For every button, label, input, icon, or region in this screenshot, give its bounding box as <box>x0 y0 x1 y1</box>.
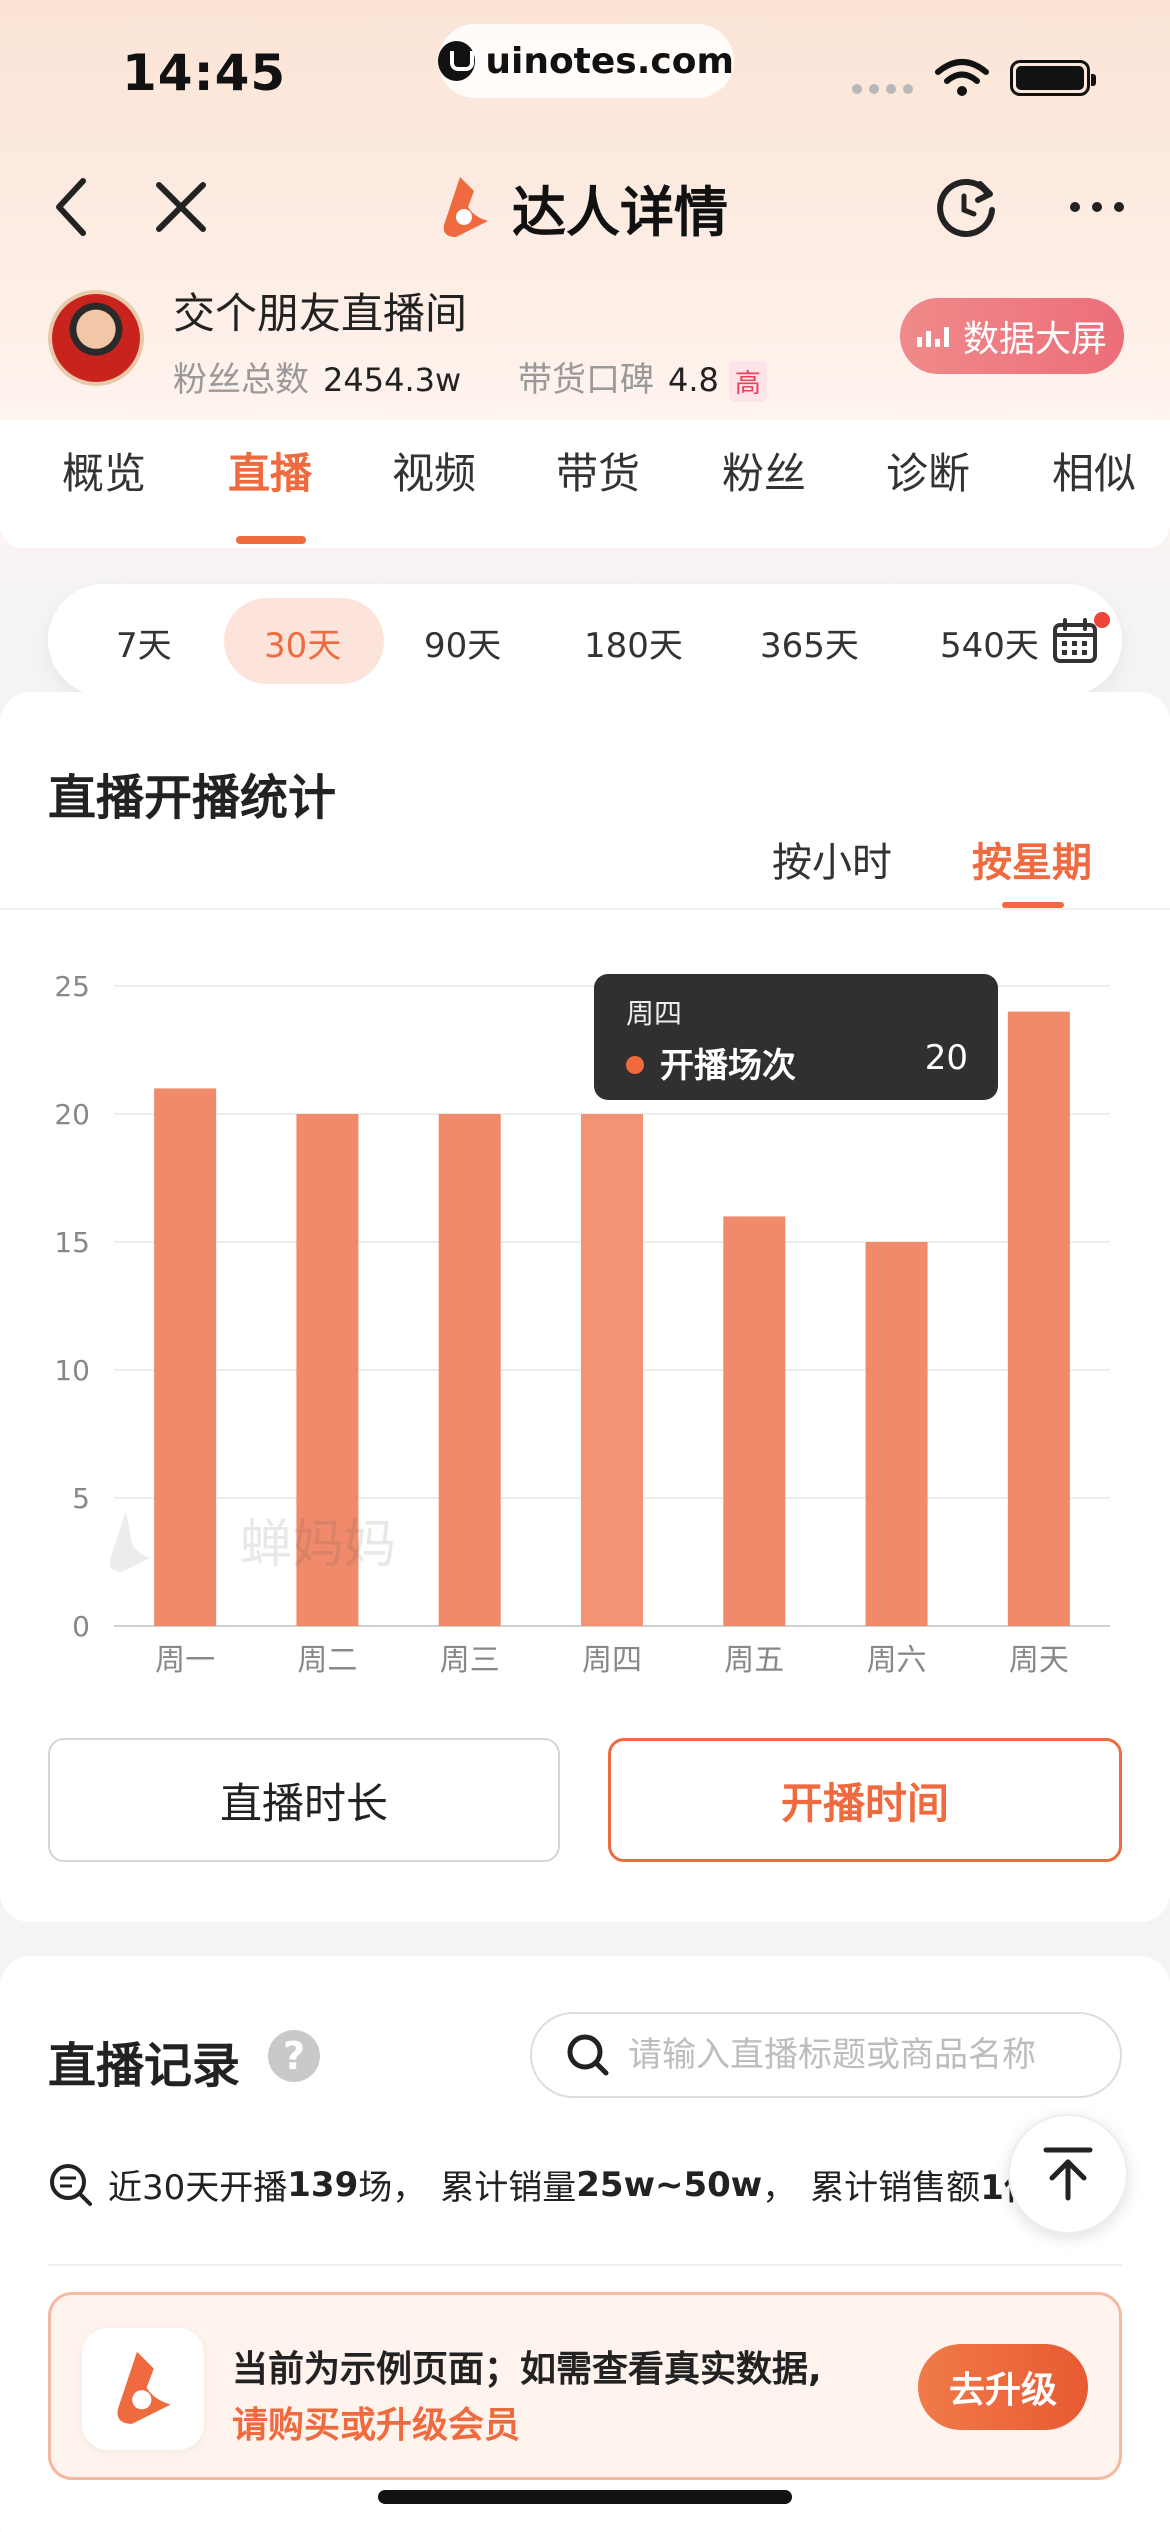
summary-count: 139 <box>287 2164 359 2205</box>
refresh-icon[interactable] <box>932 172 1002 242</box>
y-tick-label: 10 <box>54 1354 90 1387</box>
range-365d[interactable]: 365天 <box>760 618 859 667</box>
reputation-level-badge: 高 <box>728 361 767 402</box>
fans-value: 2454.3w <box>323 361 462 399</box>
x-tick-label: 周一 <box>155 1643 215 1678</box>
bar-周四[interactable] <box>581 1114 643 1626</box>
segment-by-weekday[interactable]: 按星期 <box>972 830 1092 888</box>
cellular-signal-icon <box>852 84 913 94</box>
reputation-label: 带货口碑 <box>518 360 654 400</box>
page-title-text: 达人详情 <box>512 181 728 244</box>
back-to-top-button[interactable] <box>1008 2114 1128 2234</box>
summary-sales: 25w~50w <box>576 2164 763 2205</box>
x-tick-label: 周二 <box>297 1643 357 1678</box>
x-tick-label: 周天 <box>1009 1643 1069 1678</box>
y-tick-label: 0 <box>72 1610 90 1643</box>
home-indicator <box>378 2490 792 2504</box>
watermark-text: 蝉妈妈 <box>240 1515 396 1575</box>
close-icon[interactable] <box>146 172 216 242</box>
fans-stat: 粉丝总数 2454.3w <box>173 352 461 401</box>
avatar[interactable] <box>48 290 144 386</box>
tooltip-title: 周四 <box>626 997 683 1030</box>
bar-周三[interactable] <box>438 1114 501 1626</box>
divider <box>48 2264 1122 2266</box>
tooltip-value: 20 <box>924 1038 968 1078</box>
reputation-stat: 带货口碑 4.8 高 <box>518 352 767 402</box>
notification-dot <box>1094 612 1110 628</box>
fans-label: 粉丝总数 <box>173 360 309 400</box>
status-time: 14:45 <box>122 44 287 102</box>
stats-title: 直播开播统计 <box>48 770 337 826</box>
tab-live[interactable]: 直播 <box>228 440 312 501</box>
range-7d[interactable]: 7天 <box>116 618 172 667</box>
tab-video[interactable]: 视频 <box>392 440 476 501</box>
y-tick-label: 25 <box>54 970 90 1003</box>
tooltip-series-dot <box>626 1056 644 1074</box>
records-summary: 近30天开播139场， 累计销量25w~50w， 累计销售额1亿+ <box>48 2160 1066 2209</box>
arrow-up-icon <box>1043 2147 1093 2201</box>
x-tick-label: 周三 <box>440 1643 500 1678</box>
range-90d[interactable]: 90天 <box>424 618 501 667</box>
data-screen-button[interactable]: 数据大屏 <box>900 298 1124 374</box>
calendar-icon[interactable] <box>1052 618 1098 664</box>
page-title: 达人详情 <box>430 168 728 247</box>
live-duration-button[interactable]: 直播时长 <box>48 1738 560 1862</box>
bar-chart-icon <box>916 325 949 347</box>
range-30d[interactable]: 30天 <box>264 618 341 667</box>
bar-周六[interactable] <box>865 1242 928 1626</box>
segment-by-hour[interactable]: 按小时 <box>772 830 892 888</box>
upgrade-message: 当前为示例页面；如需查看真实数据, <box>232 2349 822 2390</box>
summary-text-3: 累计销量 <box>440 2168 577 2208</box>
range-180d[interactable]: 180天 <box>584 618 683 667</box>
summary-text-2: 场， <box>358 2168 427 2208</box>
upgrade-link[interactable]: 请购买或升级会员 <box>232 2396 520 2448</box>
x-tick-label: 周六 <box>867 1643 927 1678</box>
bar-周五[interactable] <box>723 1216 786 1626</box>
data-screen-label: 数据大屏 <box>962 319 1107 360</box>
app-logo-icon <box>82 2328 204 2450</box>
chanmama-logo-icon <box>443 176 488 237</box>
tooltip-label: 开播场次 <box>660 1046 796 1086</box>
tab-diagnosis[interactable]: 诊断 <box>886 440 970 501</box>
profile-name: 交个朋友直播间 <box>173 289 468 338</box>
help-icon[interactable]: ? <box>268 2030 320 2082</box>
search-input[interactable] <box>628 2035 1098 2075</box>
records-search-box[interactable] <box>530 2012 1122 2098</box>
x-tick-label: 周五 <box>724 1643 784 1678</box>
bar-周一[interactable] <box>154 1088 217 1626</box>
start-time-button[interactable]: 开播时间 <box>608 1738 1122 1862</box>
tab-goods[interactable]: 带货 <box>556 440 640 501</box>
summary-text-5: 累计销售额 <box>810 2168 981 2208</box>
chart-tooltip: 周四 开播场次 20 <box>594 974 998 1100</box>
y-tick-label: 5 <box>72 1482 90 1515</box>
y-tick-label: 15 <box>54 1226 90 1259</box>
summary-text-1: 近30天开播 <box>108 2168 288 2208</box>
wifi-icon <box>935 59 989 96</box>
tab-similar[interactable]: 相似 <box>1052 440 1136 501</box>
upgrade-button[interactable]: 去升级 <box>918 2344 1088 2430</box>
site-icon <box>438 41 476 81</box>
tab-overview[interactable]: 概览 <box>62 440 146 501</box>
summary-text-4: ， <box>762 2168 797 2208</box>
back-icon[interactable] <box>36 172 106 242</box>
y-tick-label: 20 <box>54 1098 90 1131</box>
battery-icon <box>1010 60 1096 96</box>
bar-周天[interactable] <box>1007 1011 1070 1626</box>
divider <box>0 908 1170 910</box>
tab-fans[interactable]: 粉丝 <box>722 440 806 501</box>
records-title: 直播记录 <box>48 2038 241 2094</box>
url-pill[interactable]: uinotes.com <box>438 24 734 98</box>
analysis-icon <box>50 2163 92 2206</box>
url-text: uinotes.com <box>485 40 734 82</box>
range-540d[interactable]: 540天 <box>940 618 1039 667</box>
active-tab-indicator <box>236 536 306 544</box>
search-icon <box>567 2034 609 2076</box>
x-tick-label: 周四 <box>582 1643 642 1678</box>
more-icon[interactable] <box>1062 172 1132 242</box>
reputation-value: 4.8 <box>668 361 719 399</box>
